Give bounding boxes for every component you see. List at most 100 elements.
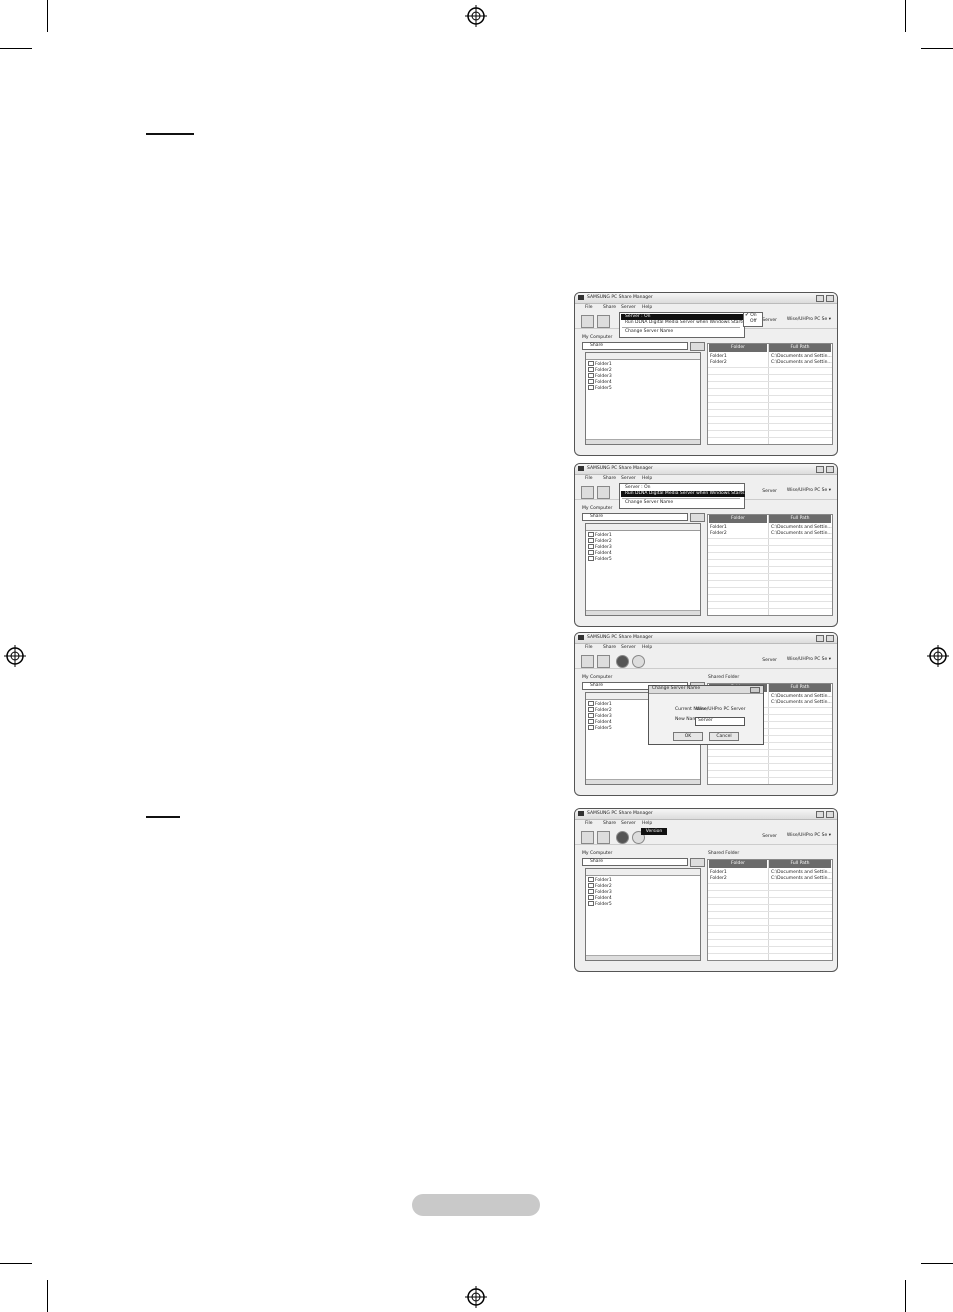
- horizontal-scrollbar[interactable]: [586, 955, 700, 960]
- horizontal-scrollbar[interactable]: [586, 610, 700, 615]
- table-row-folder[interactable]: Folder2: [710, 876, 727, 882]
- grid-line: [708, 587, 832, 588]
- table-row-folder[interactable]: Folder2: [710, 531, 727, 537]
- menu-item-run-dlna[interactable]: Run DLNA Digital Media Server when Windo…: [621, 320, 745, 326]
- window-controls[interactable]: [814, 811, 834, 820]
- share-select[interactable]: Share: [582, 342, 688, 350]
- menu-server[interactable]: Server: [621, 476, 636, 482]
- minimize-icon[interactable]: [816, 811, 824, 818]
- folder-icon: [588, 877, 594, 882]
- menu-server[interactable]: Server: [621, 305, 636, 311]
- table-row-path: C:\Documents and Settin...: [771, 694, 832, 699]
- ok-button[interactable]: OK: [673, 732, 703, 741]
- server-select[interactable]: Wise/UHPro PC Se ▾: [787, 657, 831, 663]
- submenu-item-on[interactable]: ✔ On: [745, 313, 757, 319]
- column-header-path[interactable]: Full Path: [769, 684, 831, 692]
- cancel-button[interactable]: Cancel: [709, 732, 739, 741]
- share-button[interactable]: [690, 513, 705, 522]
- table-row-folder[interactable]: Folder1: [710, 354, 727, 360]
- menu-share[interactable]: Share: [603, 476, 616, 482]
- menu-item-change-name[interactable]: Change Server Name: [621, 329, 745, 335]
- new-name-value: Server: [698, 718, 713, 723]
- server-select[interactable]: Wise/UHPro PC Se ▾: [786, 833, 831, 839]
- horizontal-scrollbar[interactable]: [586, 779, 700, 784]
- window-title: SAMSUNG PC Share Manager: [587, 635, 653, 640]
- column-header-path[interactable]: Full Path: [769, 515, 831, 523]
- tree-item[interactable]: Folder5: [588, 385, 612, 392]
- column-header-path[interactable]: Full Path: [769, 860, 831, 868]
- menu-item-change-name[interactable]: Change Server Name: [621, 500, 745, 506]
- folder-tree[interactable]: Folder1 Folder2 Folder3 Folder4 Folder5: [585, 868, 701, 961]
- table-row-folder[interactable]: Folder1: [710, 870, 727, 876]
- minimize-icon[interactable]: [816, 295, 824, 302]
- column-header-path[interactable]: Full Path: [769, 344, 831, 352]
- folder-tree[interactable]: Folder1 Folder2 Folder3 Folder4 Folder5: [585, 352, 701, 445]
- menu-file[interactable]: File: [585, 476, 593, 482]
- menu-file[interactable]: File: [585, 821, 593, 827]
- menu-share[interactable]: Share: [603, 305, 616, 311]
- maximize-icon[interactable]: [826, 635, 834, 642]
- table-row-path: C:\Documents and Settin...: [771, 876, 832, 881]
- screenshot-server-menu-on: SAMSUNG PC Share Manager File Share Serv…: [574, 292, 838, 456]
- horizontal-scrollbar[interactable]: [586, 439, 700, 444]
- share-button[interactable]: [690, 858, 705, 867]
- remove-folder-icon[interactable]: [597, 486, 610, 499]
- server-select-value: Wise/UHPro PC Se: [786, 833, 828, 838]
- window-controls[interactable]: [814, 466, 834, 475]
- menu-help[interactable]: Help: [642, 821, 652, 827]
- menu-file[interactable]: File: [585, 305, 593, 311]
- submenu-item-off[interactable]: Off: [750, 319, 757, 325]
- menu-server[interactable]: Server: [621, 645, 636, 651]
- close-icon[interactable]: [750, 687, 760, 693]
- menu-file[interactable]: File: [585, 645, 593, 651]
- new-name-input[interactable]: Server: [695, 717, 745, 726]
- minimize-icon[interactable]: [816, 635, 824, 642]
- tree-header: [586, 353, 700, 360]
- menu-item-version[interactable]: Version: [641, 828, 667, 835]
- add-folder-icon[interactable]: [581, 655, 594, 668]
- menu-help[interactable]: Help: [642, 645, 652, 651]
- folder-icon: [588, 713, 594, 718]
- folder-icon: [588, 889, 594, 894]
- column-header-folder[interactable]: Folder: [709, 515, 767, 523]
- registration-mark-icon: [465, 5, 487, 27]
- server-select-value: Wise/UHPro PC Se: [786, 488, 828, 493]
- column-header-folder[interactable]: Folder: [709, 860, 767, 868]
- tree-item[interactable]: Folder5: [588, 901, 612, 908]
- table-row-folder[interactable]: Folder2: [710, 360, 727, 366]
- table-row-folder[interactable]: Folder1: [710, 525, 727, 531]
- server-select[interactable]: Wise/UHPro PC Se ▾: [787, 317, 831, 323]
- remove-folder-icon[interactable]: [597, 831, 610, 844]
- window-controls[interactable]: [814, 295, 834, 304]
- window-controls[interactable]: [814, 635, 834, 644]
- maximize-icon[interactable]: [826, 295, 834, 302]
- server-select[interactable]: Wise/UHPro PC Se ▾: [786, 488, 831, 494]
- menu-help[interactable]: Help: [642, 476, 652, 482]
- refresh-icon[interactable]: [616, 655, 629, 668]
- minimize-icon[interactable]: [816, 466, 824, 473]
- maximize-icon[interactable]: [826, 466, 834, 473]
- folder-tree[interactable]: Folder1 Folder2 Folder3 Folder4 Folder5: [585, 523, 701, 616]
- tree-item[interactable]: Folder5: [588, 725, 612, 732]
- column-header-folder[interactable]: Folder: [709, 344, 767, 352]
- my-computer-label: My Computer: [582, 335, 613, 340]
- remove-folder-icon[interactable]: [597, 315, 610, 328]
- menu-share[interactable]: Share: [603, 645, 616, 651]
- remove-folder-icon[interactable]: [597, 655, 610, 668]
- share-select[interactable]: Share: [582, 513, 688, 521]
- add-folder-icon[interactable]: [581, 315, 594, 328]
- grid-line: [708, 939, 832, 940]
- crop-mark: [905, 0, 906, 32]
- refresh-icon[interactable]: [616, 831, 629, 844]
- menu-share[interactable]: Share: [603, 821, 616, 827]
- apply-icon[interactable]: [632, 655, 645, 668]
- menu-server[interactable]: Server: [621, 821, 636, 827]
- maximize-icon[interactable]: [826, 811, 834, 818]
- share-button[interactable]: [690, 342, 705, 351]
- add-folder-icon[interactable]: [581, 486, 594, 499]
- tree-item[interactable]: Folder5: [588, 556, 612, 563]
- add-folder-icon[interactable]: [581, 831, 594, 844]
- share-select[interactable]: Share: [582, 858, 688, 866]
- menu-help[interactable]: Help: [642, 305, 652, 311]
- menu-item-run-dlna[interactable]: Run DLNA Digital Media Server when Windo…: [621, 491, 745, 497]
